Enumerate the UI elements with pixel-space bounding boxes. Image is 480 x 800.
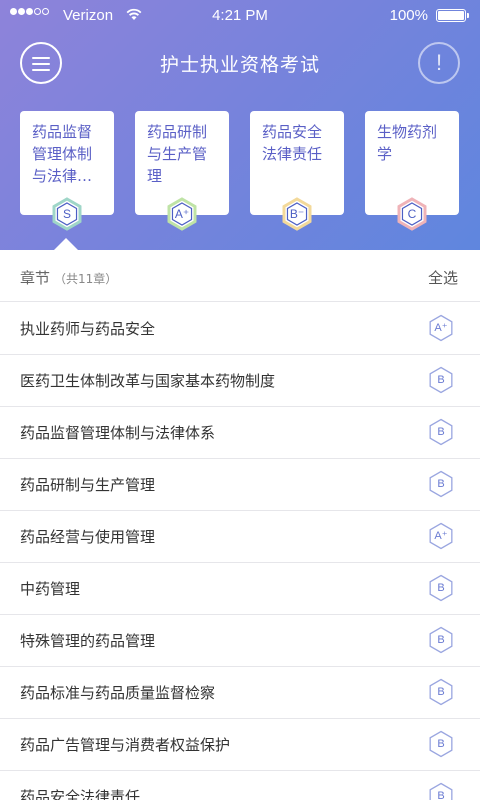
- chapter-title: 医药卫生体制改革与国家基本药物制度: [20, 372, 276, 390]
- grade-label: C: [407, 207, 417, 221]
- chapter-grade-badge: B: [427, 781, 455, 800]
- chapter-row[interactable]: 药品监督管理体制与法律体系 B: [0, 407, 480, 459]
- chapter-row[interactable]: 药品安全法律责任 B: [0, 771, 480, 800]
- section-title: 章节 （共11章）: [20, 269, 118, 287]
- chapter-row[interactable]: 药品广告管理与消费者权益保护 B: [0, 719, 480, 771]
- grade-badge: S: [51, 197, 83, 231]
- chapter-title: 特殊管理的药品管理: [20, 632, 156, 650]
- grade-badge: B⁻: [281, 197, 313, 231]
- chapter-grade-badge: B: [427, 729, 455, 759]
- page-title: 护士执业资格考试: [159, 54, 320, 76]
- subject-card-title: 药品安全法律责任: [262, 123, 323, 163]
- chapter-grade-label: B: [437, 686, 445, 698]
- subject-card[interactable]: 药品监督管理体制与法律… S: [20, 111, 114, 231]
- chapter-grade-badge: A⁺: [427, 313, 455, 343]
- header: Verizon 4:21 PM 100% 护士执业资格考试 ! 药品监督管理体制…: [0, 0, 480, 250]
- chapter-title: 药品标准与药品质量监督检察: [20, 684, 216, 702]
- chapter-grade-label: A⁺: [434, 530, 448, 542]
- chapter-title: 中药管理: [20, 580, 81, 598]
- chapter-grade-label: B: [437, 738, 445, 750]
- chapter-title: 执业药师与药品安全: [20, 320, 156, 338]
- battery-icon: [436, 9, 469, 22]
- status-bar: Verizon 4:21 PM 100%: [0, 0, 480, 32]
- battery-percent: 100%: [389, 7, 428, 24]
- chapter-row[interactable]: 中药管理 B: [0, 563, 480, 615]
- chapter-grade-label: B: [437, 634, 445, 646]
- chapter-grade-badge: B: [427, 417, 455, 447]
- chapter-title: 药品广告管理与消费者权益保护: [20, 736, 231, 754]
- chapter-row[interactable]: 药品标准与药品质量监督检察 B: [0, 667, 480, 719]
- chapter-grade-label: A⁺: [434, 322, 448, 334]
- subject-card-title: 药品研制与生产管理: [147, 123, 208, 185]
- chapter-grade-badge: B: [427, 573, 455, 603]
- info-button[interactable]: !: [418, 42, 460, 84]
- chapter-grade-label: B: [437, 374, 445, 386]
- chapter-title: 药品经营与使用管理: [20, 528, 156, 546]
- subject-card[interactable]: 生物药剂学 C: [365, 111, 459, 231]
- chapter-row[interactable]: 药品经营与使用管理 A⁺: [0, 511, 480, 563]
- grade-label: A⁺: [174, 207, 190, 221]
- chapter-grade-badge: B: [427, 365, 455, 395]
- grade-label: B⁻: [289, 207, 305, 221]
- chapter-grade-badge: B: [427, 677, 455, 707]
- chapter-title: 药品安全法律责任: [20, 788, 141, 800]
- chapter-list: 执业药师与药品安全 A⁺ 医药卫生体制改革与国家基本药物制度 B 药品监督管理体制与法律…: [0, 303, 480, 800]
- chapter-grade-badge: B: [427, 469, 455, 499]
- chapter-row[interactable]: 药品研制与生产管理 B: [0, 459, 480, 511]
- subject-card[interactable]: 药品安全法律责任 B⁻: [250, 111, 344, 231]
- chapter-row[interactable]: 执业药师与药品安全 A⁺: [0, 303, 480, 355]
- grade-badge: C: [396, 197, 428, 231]
- grade-label: S: [62, 207, 71, 221]
- chapter-grade-label: B: [437, 582, 445, 594]
- chapter-section-header: 章节 （共11章） 全选: [0, 250, 480, 302]
- chapter-grade-label: B: [437, 426, 445, 438]
- selected-card-pointer: [54, 238, 78, 250]
- subject-card-title: 生物药剂学: [377, 123, 438, 163]
- chapter-grade-badge: A⁺: [427, 521, 455, 551]
- chapter-count: （共11章）: [54, 272, 118, 286]
- chapter-grade-badge: B: [427, 625, 455, 655]
- chapter-grade-label: B: [437, 790, 445, 800]
- chapter-row[interactable]: 医药卫生体制改革与国家基本药物制度 B: [0, 355, 480, 407]
- subject-card[interactable]: 药品研制与生产管理 A⁺: [135, 111, 229, 231]
- chapter-grade-label: B: [437, 478, 445, 490]
- select-all-button[interactable]: 全选: [428, 267, 458, 288]
- subject-card-title: 药品监督管理体制与法律…: [32, 123, 93, 185]
- chapter-title: 药品监督管理体制与法律体系: [20, 424, 216, 442]
- chapter-row[interactable]: 特殊管理的药品管理 B: [0, 615, 480, 667]
- chapter-title: 药品研制与生产管理: [20, 476, 156, 494]
- grade-badge: A⁺: [166, 197, 198, 231]
